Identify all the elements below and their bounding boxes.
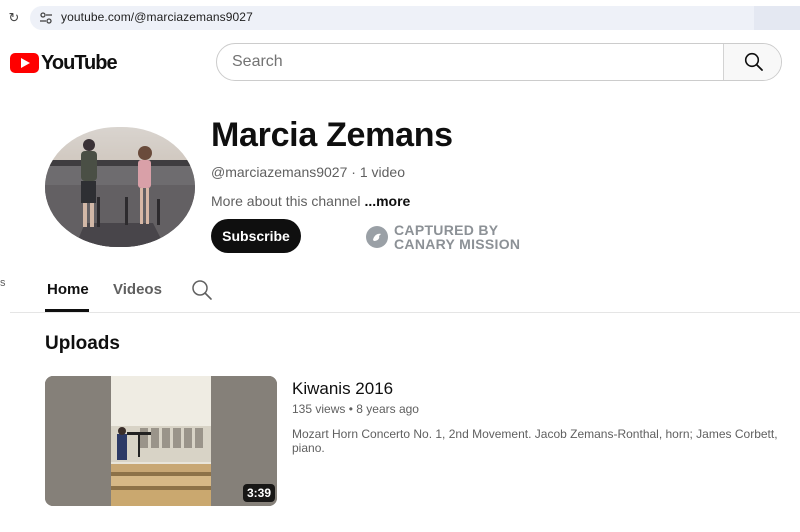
url-text[interactable]: youtube.com/@marciazemans9027 (61, 10, 253, 24)
video-title[interactable]: Kiwanis 2016 (292, 379, 393, 399)
search-input[interactable] (217, 44, 723, 80)
video-views: 135 views (292, 402, 346, 416)
about-text: More about this channel (211, 193, 361, 209)
search-button[interactable] (723, 44, 781, 80)
youtube-play-icon (10, 53, 39, 73)
tab-active-indicator (45, 309, 89, 312)
youtube-logo-text: YouTube (41, 51, 118, 74)
channel-name: Marcia Zemans (211, 116, 453, 154)
about-more-link[interactable]: ...more (364, 193, 410, 209)
search-box (216, 43, 782, 81)
address-bar-extension-area (754, 6, 800, 30)
video-meta-dot: • (348, 402, 353, 416)
youtube-logo[interactable]: YouTube (10, 51, 118, 74)
reload-icon[interactable]: ↻ (6, 10, 22, 26)
video-age: 8 years ago (356, 402, 419, 416)
video-description: Mozart Horn Concerto No. 1, 2nd Movement… (292, 427, 778, 455)
channel-search-icon[interactable] (191, 279, 213, 301)
subscribe-button[interactable]: Subscribe (211, 219, 301, 253)
search-icon (744, 52, 763, 71)
meta-separator: · (351, 164, 356, 180)
channel-avatar[interactable] (45, 127, 195, 247)
captured-watermark: CAPTURED BY CANARY MISSION (366, 223, 520, 251)
channel-handle: @marciazemans9027 (211, 164, 348, 180)
captured-line-1: CAPTURED BY (394, 222, 499, 238)
uploads-section-title: Uploads (45, 333, 120, 354)
captured-line-2: CANARY MISSION (394, 236, 521, 252)
channel-tabs: Home Videos (10, 274, 800, 313)
channel-video-count: 1 video (359, 164, 405, 180)
site-settings-icon[interactable] (40, 11, 52, 25)
video-duration-badge: 3:39 (243, 484, 276, 502)
channel-meta: @marciazemans9027 · 1 video (211, 164, 405, 180)
canary-bird-icon (366, 226, 388, 248)
video-meta: 135 views • 8 years ago (292, 402, 419, 416)
tab-videos[interactable]: Videos (113, 281, 162, 298)
channel-about[interactable]: More about this channel ...more (211, 193, 410, 209)
sidebar-fragment: s (0, 277, 6, 289)
tab-home[interactable]: Home (47, 281, 89, 298)
